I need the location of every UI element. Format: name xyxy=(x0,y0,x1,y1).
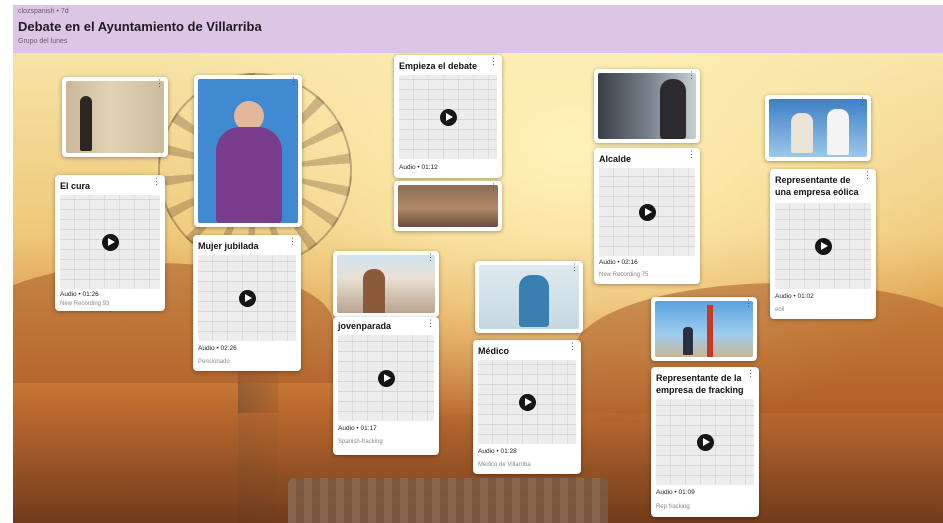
photo-card-mayor[interactable]: ⋮ xyxy=(594,69,700,143)
photo-card-priest[interactable]: ⋮ xyxy=(62,77,168,157)
card-title: Mujer jubilada xyxy=(198,241,259,251)
audio-card-fracking[interactable]: Representante de la empresa de fracking … xyxy=(651,367,759,517)
photo-card-fracking[interactable]: ⋮ xyxy=(651,297,757,361)
card-menu-icon[interactable]: ⋮ xyxy=(289,77,298,86)
breadcrumb[interactable]: clozspanish • 7d xyxy=(18,8,69,15)
audio-duration: Audio • 01:28 xyxy=(478,448,517,455)
card-menu-icon[interactable]: ⋮ xyxy=(568,342,577,351)
card-menu-icon[interactable]: ⋮ xyxy=(155,79,164,88)
card-menu-icon[interactable]: ⋮ xyxy=(863,171,872,180)
audio-artwork xyxy=(656,399,754,485)
play-icon[interactable] xyxy=(815,238,832,255)
mayor-photo xyxy=(598,73,696,139)
card-menu-icon[interactable]: ⋮ xyxy=(426,319,435,328)
doctor-photo xyxy=(479,265,579,329)
recording-label: Spanish-fracking xyxy=(338,439,383,445)
card-title: jovenparada xyxy=(338,321,392,331)
woman-photo xyxy=(198,79,298,223)
card-menu-icon[interactable]: ⋮ xyxy=(489,57,498,66)
card-menu-icon[interactable]: ⋮ xyxy=(570,263,579,272)
audio-card-jubilada[interactable]: Mujer jubilada ⋮ Audio • 02:26 Pensionad… xyxy=(193,235,301,371)
priest-photo xyxy=(66,81,164,153)
audio-card-alcalde[interactable]: Alcalde ⋮ Audio • 02:16 New Recording 75 xyxy=(594,148,700,284)
audio-artwork xyxy=(775,203,871,289)
audio-duration: Audio • 01:17 xyxy=(338,425,377,432)
audio-artwork xyxy=(399,75,497,159)
photo-card-woman[interactable]: ⋮ xyxy=(194,75,302,227)
audio-artwork xyxy=(338,335,434,421)
card-menu-icon[interactable]: ⋮ xyxy=(687,150,696,159)
audio-duration: Audio • 02:16 xyxy=(599,259,638,266)
card-menu-icon[interactable]: ⋮ xyxy=(744,299,753,308)
young-woman-photo xyxy=(337,255,435,313)
audio-duration: Audio • 02:26 xyxy=(198,345,237,352)
audio-duration: Audio • 01:12 xyxy=(399,164,438,171)
play-icon[interactable] xyxy=(378,370,395,387)
card-menu-icon[interactable]: ⋮ xyxy=(288,237,297,246)
recording-label: eoli xyxy=(775,307,785,313)
recording-label: Rep fracking xyxy=(656,504,690,510)
card-menu-icon[interactable]: ⋮ xyxy=(746,369,755,378)
card-menu-icon[interactable]: ⋮ xyxy=(489,183,498,192)
audio-duration: Audio • 01:26 xyxy=(60,291,99,298)
audio-artwork xyxy=(198,255,296,341)
play-icon[interactable] xyxy=(519,394,536,411)
recording-label: Pensionado xyxy=(198,359,230,365)
wind-engineers-photo xyxy=(769,99,867,157)
photo-card-doctor[interactable]: ⋮ xyxy=(475,261,583,333)
council-photo xyxy=(398,185,498,227)
photo-card-young-woman[interactable]: ⋮ xyxy=(333,251,439,317)
photo-card-wind-engineers[interactable]: ⋮ xyxy=(765,95,871,161)
page-title: Debate en el Ayuntamiento de Villarriba xyxy=(18,19,262,34)
page-subtitle: Grupo del lunes xyxy=(18,38,68,45)
board-header: clozspanish • 7d Debate en el Ayuntamien… xyxy=(13,5,943,53)
play-icon[interactable] xyxy=(697,434,714,451)
card-menu-icon[interactable]: ⋮ xyxy=(426,253,435,262)
audio-card-debate[interactable]: Empieza el debate ⋮ Audio • 01:12 xyxy=(394,55,502,178)
card-title: Empieza el debate xyxy=(399,61,478,71)
water-tank-background xyxy=(288,478,608,523)
audio-card-medico[interactable]: Médico ⋮ Audio • 01:28 Médico de Villarr… xyxy=(473,340,581,474)
play-icon[interactable] xyxy=(239,290,256,307)
fracking-photo xyxy=(655,301,753,357)
play-icon[interactable] xyxy=(102,234,119,251)
card-title: El cura xyxy=(60,181,91,191)
audio-duration: Audio • 01:02 xyxy=(775,293,814,300)
audio-artwork xyxy=(478,360,576,444)
recording-label: New Recording 93 xyxy=(60,301,110,307)
audio-card-cura[interactable]: El cura ⋮ Audio • 01:26 New Recording 93 xyxy=(55,175,165,311)
audio-duration: Audio • 01:09 xyxy=(656,489,695,496)
card-title: Representante de una empresa eólica xyxy=(775,175,859,197)
card-menu-icon[interactable]: ⋮ xyxy=(858,97,867,106)
play-icon[interactable] xyxy=(440,109,457,126)
audio-artwork xyxy=(60,195,160,289)
recording-label: Médico de Villarriba xyxy=(478,462,531,468)
card-title: Alcalde xyxy=(599,154,632,164)
card-menu-icon[interactable]: ⋮ xyxy=(687,71,696,80)
audio-artwork xyxy=(599,168,695,256)
photo-card-council[interactable]: ⋮ xyxy=(394,181,502,231)
card-title: Representante de la empresa de fracking xyxy=(656,373,744,395)
card-menu-icon[interactable]: ⋮ xyxy=(152,177,161,186)
play-icon[interactable] xyxy=(639,204,656,221)
audio-card-jovenparada[interactable]: jovenparada ⋮ Audio • 01:17 Spanish-frac… xyxy=(333,317,439,455)
card-title: Médico xyxy=(478,346,510,356)
recording-label: New Recording 75 xyxy=(599,272,649,278)
audio-card-eolica[interactable]: Representante de una empresa eólica ⋮ Au… xyxy=(770,169,876,319)
